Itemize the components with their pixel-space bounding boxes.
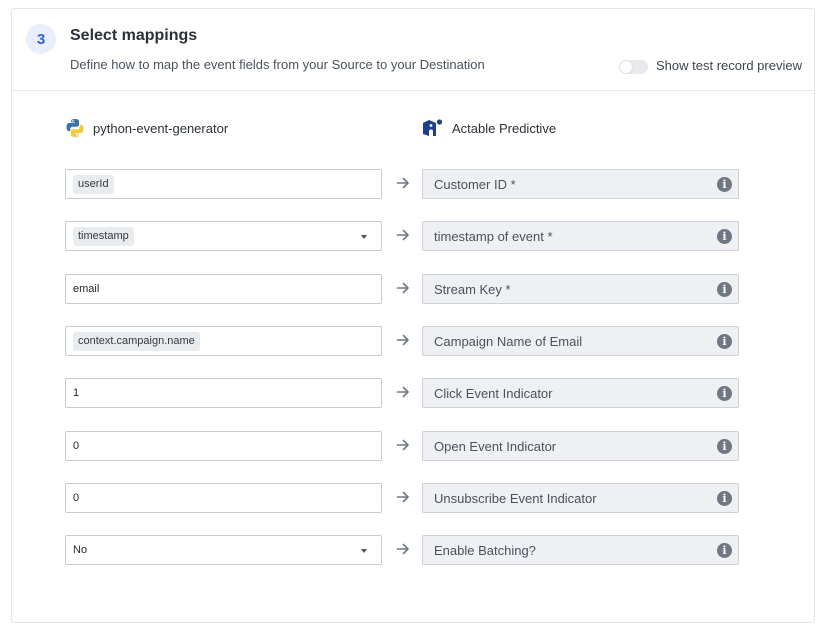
step-number-badge: 3: [26, 24, 56, 54]
destination-field-label: Enable Batching?: [434, 542, 536, 558]
source-field-value: 0: [73, 440, 80, 452]
source-field-value: email: [73, 283, 100, 295]
destination-field: Click Event Indicator i: [422, 378, 739, 408]
arrow-right-icon: [396, 439, 409, 451]
source-field-chip: timestamp: [73, 226, 134, 246]
arrow-right-icon: [396, 334, 409, 346]
actable-logo-icon: [423, 119, 443, 136]
python-icon: [66, 119, 84, 137]
arrow-right-icon: [396, 491, 409, 503]
mapping-row: timestamp timestamp of event * i: [65, 221, 745, 251]
info-icon[interactable]: i: [717, 282, 732, 297]
source-field-chip: context.campaign.name: [73, 331, 200, 351]
destination-field: Open Event Indicator i: [422, 431, 739, 461]
chevron-down-icon[interactable]: [361, 549, 367, 553]
source-field-input[interactable]: email: [65, 274, 382, 304]
info-icon[interactable]: i: [717, 386, 732, 401]
step-title: Select mappings: [70, 27, 198, 44]
arrow-right-icon: [396, 229, 409, 241]
destination-name: Actable Predictive: [452, 120, 557, 136]
source-field-input[interactable]: userId: [65, 169, 382, 199]
destination-field: Customer ID * i: [422, 169, 739, 199]
destination-field: timestamp of event * i: [422, 221, 739, 251]
mapping-row: 0 Open Event Indicator i: [65, 431, 745, 461]
arrow-right-icon: [396, 543, 409, 555]
destination-field-label: Open Event Indicator: [434, 438, 557, 454]
mapping-row: No Enable Batching? i: [65, 535, 745, 565]
destination-column-header: Actable Predictive: [422, 117, 556, 139]
mapping-row: 0 Unsubscribe Event Indicator i: [65, 483, 745, 513]
info-icon[interactable]: i: [717, 177, 732, 192]
destination-field-label: Unsubscribe Event Indicator: [434, 490, 597, 506]
source-field-value: 1: [73, 387, 80, 399]
mapping-row: email Stream Key * i: [65, 274, 745, 304]
show-preview-toggle[interactable]: [619, 60, 648, 74]
destination-field-label: timestamp of event *: [434, 228, 553, 244]
source-name: python-event-generator: [93, 120, 229, 136]
info-icon[interactable]: i: [717, 439, 732, 454]
source-field-input[interactable]: 0: [65, 431, 382, 461]
source-field-select[interactable]: timestamp: [65, 221, 382, 251]
arrow-right-icon: [396, 282, 409, 294]
destination-field: Enable Batching? i: [422, 535, 739, 565]
destination-field: Campaign Name of Email i: [422, 326, 739, 356]
source-field-input[interactable]: 1: [65, 378, 382, 408]
source-field-value: 0: [73, 492, 80, 504]
destination-field: Unsubscribe Event Indicator i: [422, 483, 739, 513]
arrow-right-icon: [396, 386, 409, 398]
destination-field-label: Stream Key *: [434, 281, 511, 297]
source-field-input[interactable]: 0: [65, 483, 382, 513]
mappings-card: 3 Select mappings Define how to map the …: [11, 8, 815, 623]
info-icon[interactable]: i: [717, 491, 732, 506]
source-field-input[interactable]: context.campaign.name: [65, 326, 382, 356]
source-field-value: No: [73, 544, 88, 556]
chevron-down-icon[interactable]: [361, 235, 367, 239]
info-icon[interactable]: i: [717, 334, 732, 349]
info-icon[interactable]: i: [717, 543, 732, 558]
destination-field-label: Customer ID *: [434, 176, 516, 192]
source-field-chip: userId: [73, 174, 114, 194]
mapping-row: 1 Click Event Indicator i: [65, 378, 745, 408]
toggle-knob: [620, 61, 632, 73]
source-column-header: python-event-generator: [65, 117, 228, 139]
destination-field: Stream Key * i: [422, 274, 739, 304]
info-icon[interactable]: i: [717, 229, 732, 244]
show-preview-label: Show test record preview: [656, 58, 802, 73]
destination-field-label: Campaign Name of Email: [434, 333, 583, 349]
arrow-right-icon: [396, 177, 409, 189]
mapping-row: userId Customer ID * i: [65, 169, 745, 199]
mapping-row: context.campaign.name Campaign Name of Em…: [65, 326, 745, 356]
destination-field-label: Click Event Indicator: [434, 385, 553, 401]
source-field-select[interactable]: No: [65, 535, 382, 565]
step-subtitle: Define how to map the event fields from …: [70, 57, 485, 72]
step-header: 3 Select mappings Define how to map the …: [12, 9, 814, 91]
